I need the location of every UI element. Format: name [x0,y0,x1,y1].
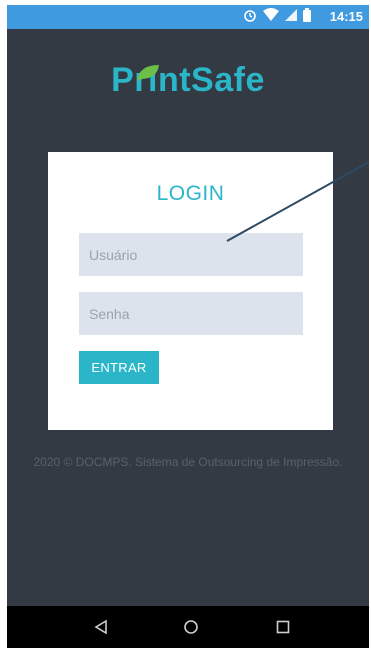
recent-apps-icon[interactable] [271,616,295,638]
back-icon[interactable] [89,616,113,638]
app-screen: 14:15 PrintSafe LOGIN ENTRAR 2020 © DOCM… [7,5,369,648]
footer-copyright: 2020 © DOCMPS. Sistema de Outsourcing de… [33,455,343,469]
home-icon[interactable] [179,616,203,638]
annotation-pointer-line [226,161,369,242]
android-nav-bar [7,606,369,648]
